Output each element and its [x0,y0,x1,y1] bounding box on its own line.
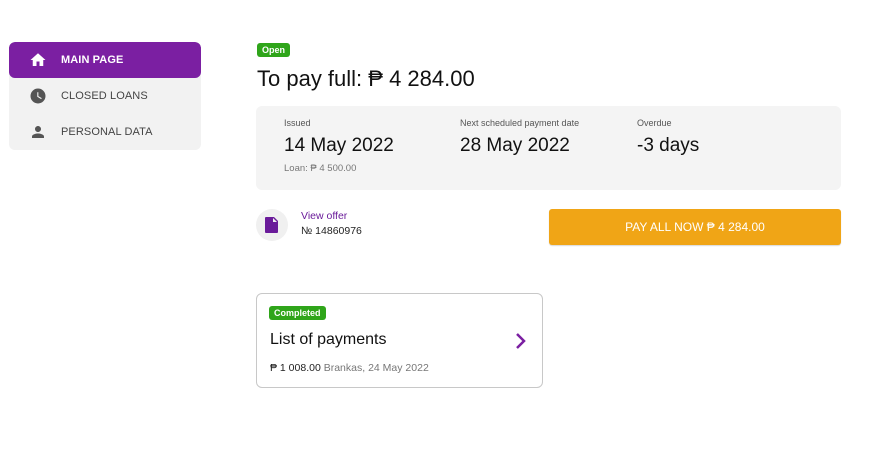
issued-label: Issued [284,118,311,128]
sidebar-item-label: CLOSED LOANS [61,90,148,102]
overdue-block: Overdue -3 days [637,118,699,157]
sidebar-item-main-page[interactable]: MAIN PAGE [9,42,201,78]
home-icon [29,51,47,69]
sidebar-item-label: PERSONAL DATA [61,126,153,138]
sidebar-item-personal-data[interactable]: PERSONAL DATA [9,114,201,150]
offer-number: № 14860976 [301,225,362,237]
next-payment-label: Next scheduled payment date [460,118,580,128]
issued-value: 14 May 2022 [284,135,394,156]
pay-all-now-button[interactable]: PAY ALL NOW ₱ 4 284.00 [549,209,841,245]
sidebar-item-label: MAIN PAGE [61,54,124,66]
payment-detail: Brankas, 24 May 2022 [323,362,429,374]
payments-card-title: List of payments [270,331,387,348]
next-payment-block: Next scheduled payment date 28 May 2022 [460,118,579,157]
loan-amount: Loan: ₱ 4 500.00 [284,163,357,174]
person-icon [29,123,47,141]
overdue-label: Overdue [637,118,672,128]
page-title: To pay full: ₱ 4 284.00 [257,66,475,91]
next-payment-value: 28 May 2022 [460,135,570,156]
chevron-right-icon[interactable] [514,332,528,350]
issued-block: Issued 14 May 2022 Loan: ₱ 4 500.00 [284,118,394,174]
clock-icon [29,87,47,105]
payments-card-detail: ₱ 1 008.00 Brankas, 24 May 2022 [270,362,429,374]
document-icon [256,209,288,241]
completed-badge: Completed [269,306,326,320]
sidebar-item-closed-loans[interactable]: CLOSED LOANS [9,78,201,114]
payment-amount: ₱ 1 008.00 [270,362,321,374]
loan-info-panel: Issued 14 May 2022 Loan: ₱ 4 500.00 Next… [256,106,841,190]
payments-list-card[interactable]: Completed List of payments ₱ 1 008.00 Br… [256,293,543,388]
overdue-value: -3 days [637,135,700,156]
status-badge: Open [257,43,291,57]
view-offer-link[interactable]: View offer [301,210,347,222]
sidebar-nav: MAIN PAGE CLOSED LOANS PERSONAL DATA [9,42,201,150]
